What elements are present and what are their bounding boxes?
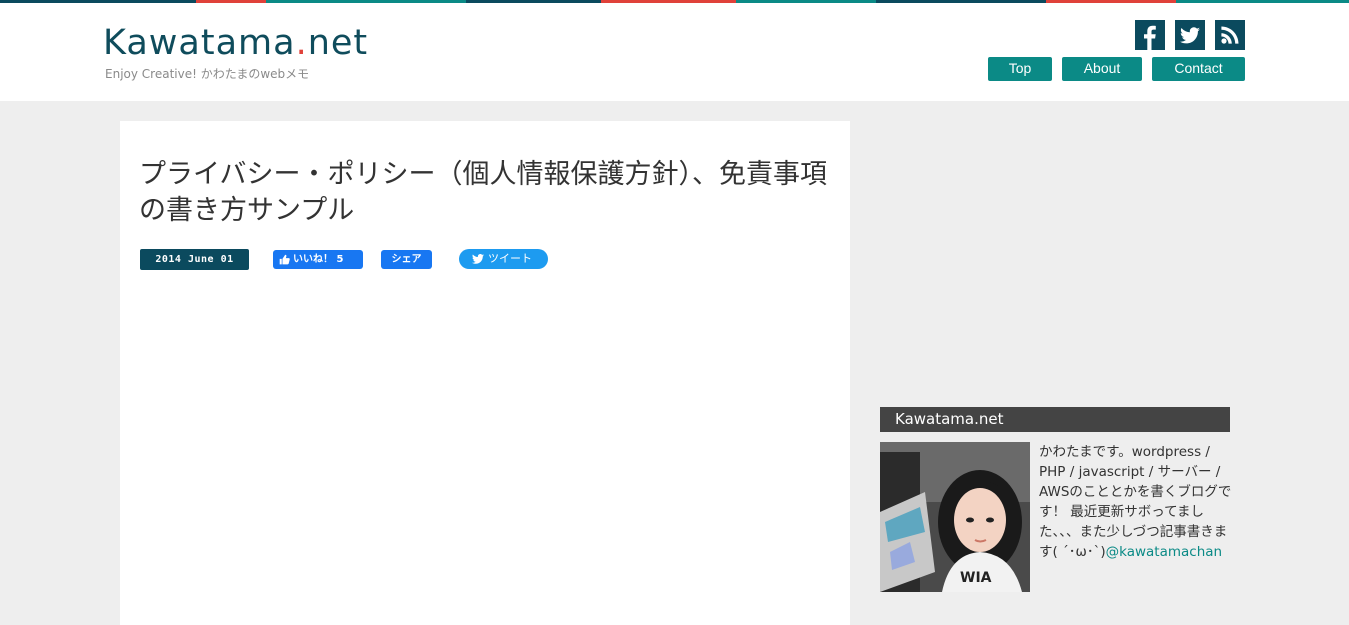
site-logo[interactable]: Kawatama.net bbox=[103, 26, 368, 61]
site-tagline: Enjoy Creative! かわたまのwebメモ bbox=[105, 67, 310, 81]
facebook-share-button[interactable]: シェア bbox=[381, 250, 432, 269]
rss-icon[interactable] bbox=[1215, 20, 1245, 50]
like-label: いいね！ 5 bbox=[293, 254, 344, 265]
social-links bbox=[1135, 20, 1245, 50]
post-date-badge: 2014 June 01 bbox=[140, 249, 249, 270]
twitter-bird-icon bbox=[472, 254, 484, 264]
tweet-button[interactable]: ツイート bbox=[459, 249, 548, 269]
thumbs-up-icon bbox=[279, 254, 290, 265]
profile-widget: Kawatama.net WIA かわたまです。wordpress / PHP … bbox=[880, 407, 1231, 592]
main-nav: Top About Contact bbox=[988, 57, 1245, 81]
twitter-icon[interactable] bbox=[1175, 20, 1205, 50]
article-title: プライバシー・ポリシー（個人情報保護方針）、免責事項の書き方サンプル bbox=[139, 159, 827, 226]
facebook-like-button[interactable]: いいね！ 5 bbox=[273, 250, 363, 269]
nav-contact-button[interactable]: Contact bbox=[1152, 57, 1245, 81]
nav-about-button[interactable]: About bbox=[1062, 57, 1142, 81]
facebook-icon[interactable] bbox=[1135, 20, 1165, 50]
profile-bio: かわたまです。wordpress / PHP / javascript / サー… bbox=[1039, 442, 1234, 562]
bio-text: かわたまです。wordpress / PHP / javascript / サー… bbox=[1039, 444, 1232, 560]
site-header: Kawatama.net Enjoy Creative! かわたまのwebメモ … bbox=[0, 3, 1349, 101]
article-card: プライバシー・ポリシー（個人情報保護方針）、免責事項の書き方サンプル 2014 … bbox=[120, 121, 850, 625]
profile-photo: WIA bbox=[880, 442, 1030, 592]
twitter-handle-link[interactable]: @kawatamachan bbox=[1106, 544, 1222, 560]
widget-title: Kawatama.net bbox=[880, 407, 1230, 432]
tweet-label: ツイート bbox=[488, 252, 532, 265]
nav-top-button[interactable]: Top bbox=[988, 57, 1052, 81]
svg-text:WIA: WIA bbox=[960, 570, 992, 586]
